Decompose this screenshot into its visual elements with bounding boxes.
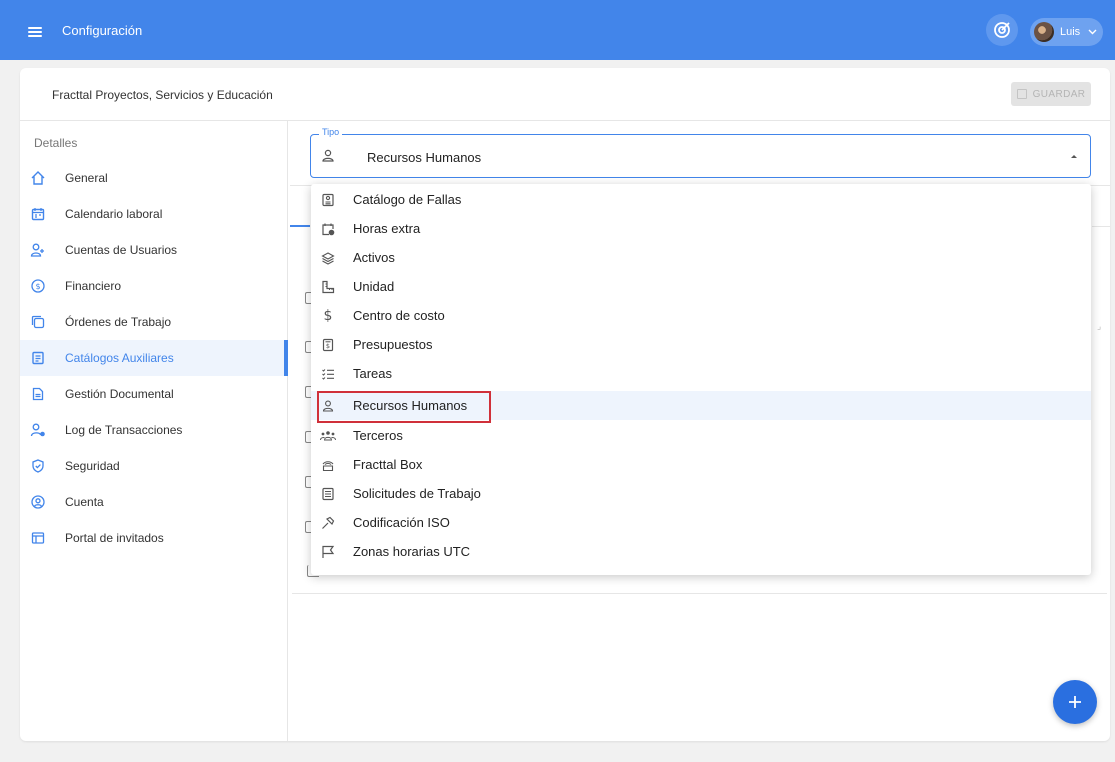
sidebar-item-label: Financiero: [65, 279, 122, 293]
sidebar: Detalles General Calendario laboral Cuen…: [20, 121, 288, 741]
option-label: Tareas: [353, 366, 393, 381]
router-icon: [320, 457, 336, 473]
sidebar-item-label: Calendario laboral: [65, 207, 163, 221]
sidebar-item-ordenes-de-trabajo[interactable]: Órdenes de Trabajo: [20, 304, 288, 340]
sidebar-item-calendario-laboral[interactable]: Calendario laboral: [20, 196, 288, 232]
option-label: Catálogo de Fallas: [353, 192, 462, 207]
plus-icon: [1069, 696, 1081, 708]
tipo-dropdown-menu: Catálogo de Fallas Horas extra Activos U…: [311, 184, 1091, 575]
account-circle-icon: [30, 494, 46, 510]
sidebar-item-label: Órdenes de Trabajo: [65, 315, 172, 329]
sidebar-item-cuenta[interactable]: Cuenta: [20, 484, 288, 520]
hamburger-menu-icon[interactable]: [28, 27, 42, 37]
option-label: Centro de costo: [353, 308, 445, 323]
layers-icon: [320, 250, 336, 266]
dollar-icon: $: [323, 307, 333, 324]
option-catalogo-de-fallas[interactable]: Catálogo de Fallas: [311, 185, 1091, 214]
divider: [292, 593, 1107, 594]
sidebar-item-label: Cuenta: [65, 495, 104, 509]
budget-icon: $: [320, 337, 336, 353]
organization-name: Fracttal Proyectos, Servicios y Educació…: [52, 88, 273, 102]
tipo-select[interactable]: Tipo Recursos Humanos: [310, 127, 1091, 178]
person-icon: [320, 148, 336, 169]
sidebar-item-seguridad[interactable]: Seguridad: [20, 448, 288, 484]
tab-indicator: [290, 225, 310, 227]
calendar-clock-icon: [320, 221, 336, 237]
portal-icon: [30, 530, 46, 546]
sidebar-heading: Detalles: [34, 136, 78, 150]
option-zonas-horarias-utc[interactable]: Zonas horarias UTC: [311, 537, 1091, 566]
catalog-icon: [30, 350, 46, 366]
top-app-bar: Configuración Luis: [0, 0, 1115, 60]
form-icon: [320, 486, 336, 502]
option-label: Codificación ISO: [353, 515, 450, 530]
user-name: Luis: [1060, 26, 1081, 38]
resize-handle-icon[interactable]: ⌟: [1097, 321, 1101, 332]
add-button[interactable]: [1053, 680, 1097, 724]
save-button[interactable]: GUARDAR: [1011, 82, 1091, 106]
sidebar-item-label: Log de Transacciones: [65, 423, 183, 437]
sidebar-item-general[interactable]: General: [20, 160, 288, 196]
sidebar-item-label: Cuentas de Usuarios: [65, 243, 178, 257]
sidebar-item-label: Gestión Documental: [65, 387, 174, 401]
page-title: Configuración: [62, 23, 143, 38]
shield-icon: [30, 458, 46, 474]
active-indicator: [284, 340, 288, 376]
option-solicitudes-de-trabajo[interactable]: Solicitudes de Trabajo: [311, 479, 1091, 508]
option-label: Horas extra: [353, 221, 421, 236]
save-icon: [1016, 89, 1027, 99]
user-add-icon: [30, 242, 46, 258]
option-horas-extra[interactable]: Horas extra: [311, 214, 1091, 243]
flag-icon: [320, 544, 336, 560]
home-icon: [30, 170, 46, 186]
option-codificacion-iso[interactable]: Codificación ISO: [311, 508, 1091, 537]
dollar-circle-icon: $: [30, 278, 46, 294]
user-log-icon: [30, 422, 46, 438]
document-icon: [30, 386, 46, 402]
option-unidad[interactable]: Unidad: [311, 272, 1091, 301]
avatar: [1034, 22, 1054, 42]
option-label: Terceros: [353, 428, 403, 443]
sidebar-item-label: Portal de invitados: [65, 531, 164, 545]
option-label: Presupuestos: [353, 337, 433, 352]
sidebar-item-label: Seguridad: [65, 459, 120, 473]
sidebar-item-financiero[interactable]: $ Financiero: [20, 268, 288, 304]
option-tareas[interactable]: Tareas: [311, 359, 1091, 388]
caret-up-icon: [1071, 155, 1077, 158]
hammer-icon: [320, 515, 336, 531]
svg-text:$: $: [326, 342, 330, 350]
tipo-selected-value: Recursos Humanos: [367, 150, 482, 165]
svg-text:$: $: [35, 282, 40, 291]
people-icon: [320, 428, 336, 444]
sidebar-item-log-de-transacciones[interactable]: Log de Transacciones: [20, 412, 288, 448]
save-button-label: GUARDAR: [1032, 88, 1086, 100]
sidebar-item-portal-de-invitados[interactable]: Portal de invitados: [20, 520, 288, 556]
divider: [1092, 226, 1110, 227]
sidebar-item-label: Catálogos Auxiliares: [65, 351, 174, 365]
option-activos[interactable]: Activos: [311, 243, 1091, 272]
option-terceros[interactable]: Terceros: [311, 421, 1091, 450]
failure-catalog-icon: [320, 192, 336, 208]
option-label: Zonas horarias UTC: [353, 544, 471, 559]
option-label: Fracttal Box: [353, 457, 423, 472]
sidebar-item-label: General: [65, 171, 108, 185]
checklist-icon: [320, 366, 336, 382]
ruler-icon: [320, 279, 336, 295]
calendar-icon: [30, 206, 46, 222]
sidebar-item-cuentas-de-usuarios[interactable]: Cuentas de Usuarios: [20, 232, 288, 268]
sidebar-item-gestion-documental[interactable]: Gestión Documental: [20, 376, 288, 412]
sidebar-item-catalogos-auxiliares[interactable]: Catálogos Auxiliares: [20, 340, 288, 376]
chevron-down-icon: [1088, 29, 1097, 35]
tipo-label: Tipo: [319, 127, 343, 137]
option-label: Activos: [353, 250, 395, 265]
option-presupuestos[interactable]: $ Presupuestos: [311, 330, 1091, 359]
copy-icon: [30, 314, 46, 330]
option-fracttal-box[interactable]: Fracttal Box: [311, 450, 1091, 479]
target-icon[interactable]: [986, 14, 1018, 46]
option-label: Unidad: [353, 279, 395, 294]
selection-highlight-box: [317, 391, 491, 423]
option-centro-de-costo[interactable]: $ Centro de costo: [311, 301, 1091, 330]
user-menu-button[interactable]: Luis: [1030, 18, 1103, 46]
option-label: Solicitudes de Trabajo: [353, 486, 481, 501]
